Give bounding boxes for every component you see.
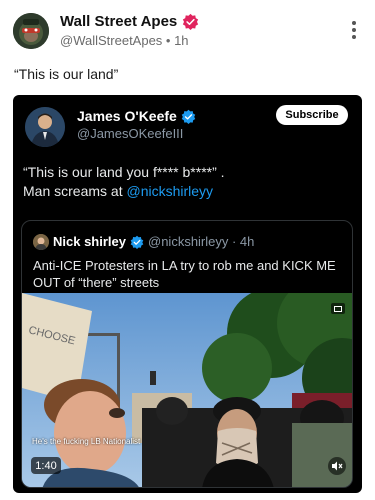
quoted-tweet-text: Anti-ICE Protesters in LA try to rob me … [33,258,336,290]
video-player[interactable]: CHOOSE He's the fucking LB Nationalist 1… [22,293,352,487]
verified-badge-icon [181,109,196,124]
tweet-author-name[interactable]: James O'Keefe [77,108,196,124]
tweet-author-handle: @JamesOKeefeIII [77,126,184,141]
quoted-author-avatar[interactable] [33,234,49,250]
post-header: Wall Street Apes @WallStreetApes • 1h [0,0,375,56]
author-name[interactable]: Wall Street Apes [60,13,199,30]
fullscreen-icon[interactable] [331,303,345,314]
quoted-author-meta: @nickshirleyy · 4h [148,234,255,249]
embedded-tweet[interactable]: James O'Keefe @JamesOKeefeIII Subscribe … [13,95,362,493]
tweet-text-line2-prefix: Man screams at [23,183,127,199]
post-text: “This is our land” [14,66,119,82]
ape-avatar-icon [13,13,49,49]
tweet-text: “This is our land you f**** b****” . Man… [23,163,343,201]
subscribe-button[interactable]: Subscribe [276,105,348,125]
quoted-author-name-text[interactable]: Nick shirley [53,234,126,249]
tweet-author-name-text[interactable]: James O'Keefe [77,108,177,124]
more-options-icon[interactable] [351,21,357,39]
video-caption: He's the fucking LB Nationalist [32,437,141,446]
video-frame-image: CHOOSE [22,293,352,487]
verified-badge-icon [183,13,199,30]
tweet-text-line2: Man screams at @nickshirleyy [23,182,343,201]
author-name-text[interactable]: Wall Street Apes [60,13,177,30]
author-avatar[interactable] [13,13,49,49]
person-avatar-icon [25,107,65,147]
tweet-text-line1: “This is our land you f**** b****” . [23,164,225,180]
quoted-author-name[interactable]: Nick shirley @nickshirleyy · 4h [53,234,254,249]
person-avatar-icon [33,234,49,250]
quoted-tweet[interactable]: Nick shirley @nickshirleyy · 4h Anti-ICE… [21,220,353,488]
verified-badge-icon [130,235,144,249]
mute-icon[interactable] [328,457,346,475]
author-meta: @WallStreetApes • 1h [60,33,189,48]
tweet-author-avatar[interactable] [25,107,65,147]
video-duration-badge: 1:40 [31,457,61,474]
tweet-mention-link[interactable]: @nickshirleyy [126,183,213,199]
